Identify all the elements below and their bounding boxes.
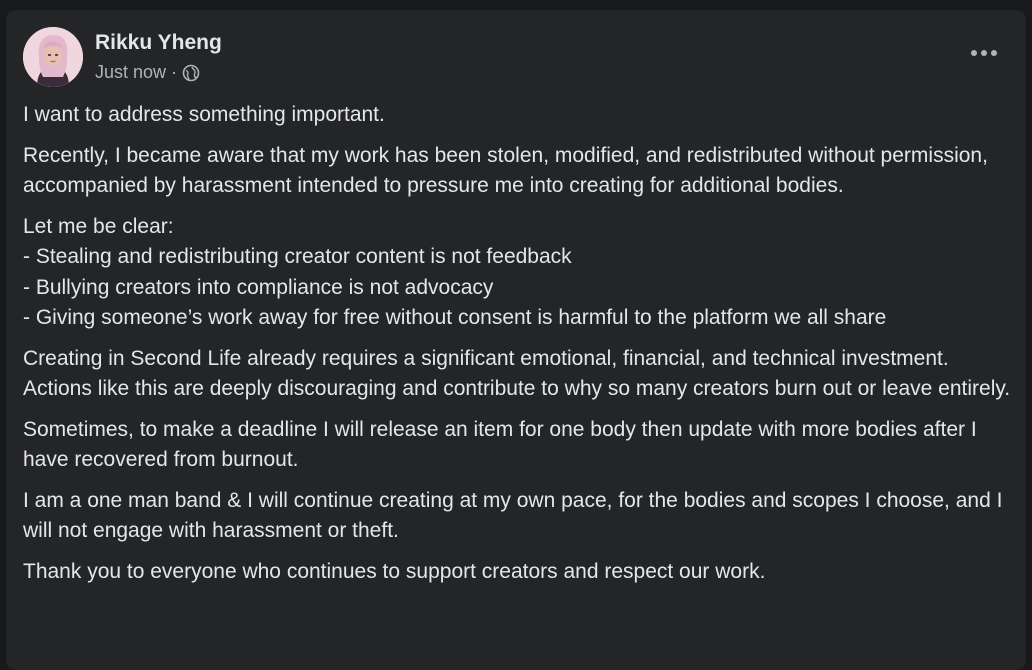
- post-timestamp[interactable]: Just now: [95, 62, 166, 83]
- list-item: - Stealing and redistributing creator co…: [23, 245, 572, 268]
- list-title: Let me be clear:: [23, 214, 174, 238]
- avatar[interactable]: [23, 27, 83, 87]
- post-paragraph: I am a one man band & I will continue cr…: [23, 488, 1003, 543]
- post-body: I want to address something important. R…: [23, 100, 1018, 597]
- post-meta: Just now ·: [95, 62, 200, 83]
- post-list: Let me be clear: - Stealing and redistri…: [23, 212, 1018, 334]
- post-paragraph: Creating in Second Life already requires…: [23, 346, 1011, 401]
- meta-separator: ·: [171, 62, 178, 82]
- more-horizontal-icon: [971, 50, 997, 56]
- globe-icon[interactable]: [182, 64, 200, 82]
- list-item: - Bullying creators into compliance is n…: [23, 275, 494, 299]
- post-paragraph: Recently, I became aware that my work ha…: [23, 143, 988, 198]
- post-paragraph: I want to address something important.: [23, 103, 385, 126]
- post-header: Rikku Yheng Just now ·: [6, 10, 1026, 90]
- more-options-button[interactable]: [966, 40, 1002, 66]
- post-paragraph: Thank you to everyone who continues to s…: [23, 559, 766, 583]
- avatar-image: [23, 27, 83, 87]
- author-name[interactable]: Rikku Yheng: [95, 31, 222, 55]
- post-paragraph: Sometimes, to make a deadline I will rel…: [23, 417, 977, 472]
- list-item: - Giving someone’s work away for free wi…: [23, 306, 887, 329]
- post-card: Rikku Yheng Just now · I want to address…: [6, 10, 1026, 670]
